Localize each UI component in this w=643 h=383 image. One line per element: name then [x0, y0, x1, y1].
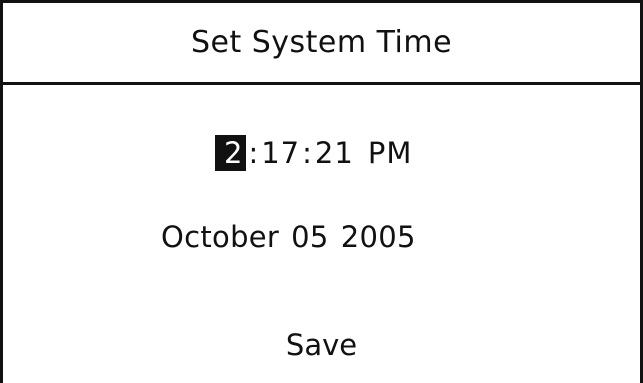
time-separator: :: [302, 136, 313, 170]
day-field[interactable]: 05: [291, 219, 329, 255]
dialog-title: Set System Time: [190, 25, 453, 60]
time-field: 2 : 17 : 21 PM: [215, 133, 412, 173]
second-field[interactable]: 21: [315, 135, 354, 171]
title-bar: Set System Time: [3, 3, 640, 85]
year-field[interactable]: 2005: [341, 219, 416, 255]
set-time-dialog: Set System Time 2 : 17 : 21 PM October 0…: [0, 0, 643, 383]
save-button[interactable]: Save: [3, 325, 640, 365]
time-separator: :: [248, 136, 260, 170]
am-pm-field[interactable]: PM: [368, 135, 413, 171]
month-field[interactable]: October: [161, 219, 279, 255]
date-field: October 05 2005: [161, 217, 416, 257]
hour-field[interactable]: 2: [215, 135, 247, 171]
minute-field[interactable]: 17: [261, 135, 300, 171]
